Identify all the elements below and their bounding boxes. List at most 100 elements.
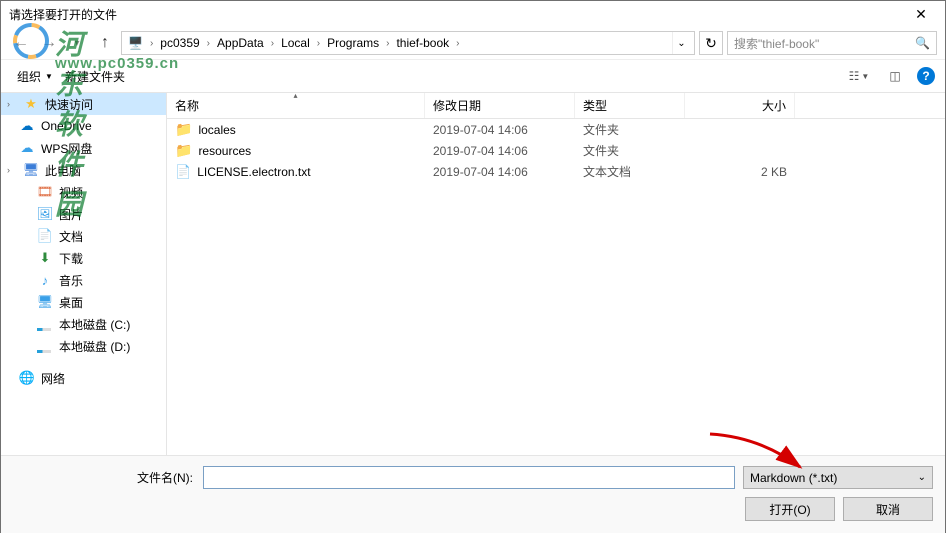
sidebar-item-label: WPS网盘 [41, 140, 92, 157]
column-name[interactable]: ▴名称 [167, 93, 425, 118]
file-date: 2019-07-04 14:06 [425, 165, 575, 179]
preview-icon: ◫ [889, 69, 900, 83]
sidebar-item-pictures[interactable]: 🖼 图片 [1, 203, 166, 225]
text-file-icon: 📄 [175, 164, 191, 180]
crumb-segment[interactable]: Local [279, 36, 312, 50]
column-size[interactable]: 大小 [685, 93, 795, 118]
up-button[interactable]: ↑ [93, 31, 117, 55]
sidebar-item-drived[interactable]: 本地磁盘 (D:) [1, 335, 166, 357]
sidebar-item-network[interactable]: 🌐 网络 [1, 367, 166, 389]
close-button[interactable]: ✕ [901, 2, 941, 26]
sidebar-item-label: 文档 [59, 228, 83, 245]
address-dropdown[interactable]: ⌄ [672, 32, 690, 54]
chevron-right-icon[interactable]: › [268, 38, 277, 49]
crumb-segment[interactable]: AppData [215, 36, 266, 50]
file-list[interactable]: 📁 locales 2019-07-04 14:06文件夹📁 resources 201… [167, 119, 945, 455]
file-name: resources [198, 144, 251, 158]
column-type[interactable]: 类型 [575, 93, 685, 118]
search-icon[interactable]: 🔍 [915, 36, 930, 50]
sidebar-item-drivec[interactable]: 本地磁盘 (C:) [1, 313, 166, 335]
sidebar-item-onedrive[interactable]: ☁ OneDrive [1, 115, 166, 137]
organize-menu[interactable]: 组织▼ [11, 64, 59, 89]
filetype-value: Markdown (*.txt) [750, 471, 837, 485]
sidebar-item-quick[interactable]: › ★ 快速访问 [1, 93, 166, 115]
sidebar-item-label: 下载 [59, 250, 83, 267]
music-icon: ♪ [37, 272, 53, 288]
sidebar-item-desktop[interactable]: 🖥 桌面 [1, 291, 166, 313]
sidebar-item-label: 本地磁盘 (D:) [59, 338, 130, 355]
navigation-tree[interactable]: › ★ 快速访问 ☁ OneDrive ☁ WPS网盘 › 🖥 此电脑 🎞 视频 🖼 图片 📄 文档 ⬇ 下载 ♪ 音… [1, 93, 167, 455]
chevron-right-icon[interactable]: › [314, 38, 323, 49]
down-icon: ⬇ [37, 250, 53, 266]
file-name: LICENSE.electron.txt [197, 165, 310, 179]
chevron-right-icon[interactable]: › [383, 38, 392, 49]
chevron-down-icon: ⌄ [918, 472, 926, 483]
sidebar-item-downloads[interactable]: ⬇ 下载 [1, 247, 166, 269]
file-date: 2019-07-04 14:06 [425, 144, 575, 158]
forward-button[interactable]: → [37, 31, 61, 55]
sidebar-item-documents[interactable]: 📄 文档 [1, 225, 166, 247]
back-button[interactable]: ← [9, 31, 33, 55]
recent-dropdown[interactable]: ▾ [65, 31, 89, 55]
preview-pane-button[interactable]: ◫ [881, 65, 909, 87]
sidebar-item-label: 此电脑 [45, 162, 81, 179]
doc-icon: 📄 [37, 228, 53, 244]
sidebar-item-label: OneDrive [41, 119, 92, 133]
sidebar-item-label: 音乐 [59, 272, 83, 289]
desk-icon: 🖥 [37, 294, 53, 310]
cancel-button[interactable]: 取消 [843, 497, 933, 521]
crumb-segment[interactable]: pc0359 [158, 36, 201, 50]
cloud-blue-icon: ☁ [19, 118, 35, 134]
cloud-lt-icon: ☁ [19, 140, 35, 156]
column-date[interactable]: 修改日期 [425, 93, 575, 118]
help-button[interactable]: ? [917, 67, 935, 85]
sidebar-item-label: 快速访问 [45, 96, 93, 113]
img-icon: 🖼 [37, 206, 53, 222]
open-button[interactable]: 打开(O) [745, 497, 835, 521]
file-row[interactable]: 📁 resources 2019-07-04 14:06文件夹 [167, 140, 945, 161]
view-options[interactable]: ☷▼ [845, 65, 873, 87]
filename-input[interactable] [203, 466, 735, 489]
sidebar-item-label: 本地磁盘 (C:) [59, 316, 130, 333]
column-headers: ▴名称 修改日期 类型 大小 [167, 93, 945, 119]
sidebar-item-pc[interactable]: › 🖥 此电脑 [1, 159, 166, 181]
chevron-right-icon[interactable]: › [453, 38, 462, 49]
sidebar-item-wps[interactable]: ☁ WPS网盘 [1, 137, 166, 159]
filename-label: 文件名(N): [13, 469, 195, 486]
sidebar-item-video[interactable]: 🎞 视频 [1, 181, 166, 203]
refresh-button[interactable]: ↻ [699, 31, 723, 55]
sidebar-item-music[interactable]: ♪ 音乐 [1, 269, 166, 291]
new-folder-button[interactable]: 新建文件夹 [59, 64, 131, 89]
chevron-right-icon[interactable]: › [204, 38, 213, 49]
search-placeholder: 搜索"thief-book" [734, 35, 819, 52]
expand-icon[interactable]: › [7, 99, 17, 109]
crumb-segment[interactable]: Programs [325, 36, 381, 50]
sidebar-item-label: 图片 [59, 206, 83, 223]
sort-asc-icon: ▴ [293, 91, 297, 100]
file-type: 文件夹 [575, 142, 685, 159]
sidebar-item-label: 视频 [59, 184, 83, 201]
crumb-segment[interactable]: thief-book [394, 36, 451, 50]
expand-icon[interactable]: › [7, 165, 17, 175]
net-icon: 🌐 [19, 370, 35, 386]
file-type: 文本文档 [575, 163, 685, 180]
file-name: locales [198, 123, 235, 137]
window-title: 请选择要打开的文件 [9, 6, 901, 23]
sidebar-item-label: 网络 [41, 370, 65, 387]
drive-icon [37, 328, 51, 331]
file-date: 2019-07-04 14:06 [425, 123, 575, 137]
file-size: 2 KB [685, 165, 795, 179]
chevron-right-icon[interactable]: › [147, 38, 156, 49]
search-input[interactable]: 搜索"thief-book" 🔍 [727, 31, 937, 55]
file-row[interactable]: 📁locales2019-07-04 14:06文件夹 [167, 119, 945, 140]
view-icon: ☷ [849, 69, 860, 83]
pc-icon: 🖥 [23, 162, 39, 178]
pc-icon: 🖥️ [128, 36, 143, 50]
file-row[interactable]: 📄 LICENSE.electron.txt 2019-07-04 14:06文本文… [167, 161, 945, 182]
sidebar-item-label: 桌面 [59, 294, 83, 311]
folder-icon: 📁 [175, 142, 192, 159]
star-icon: ★ [23, 96, 39, 112]
vid-icon: 🎞 [37, 184, 53, 200]
filetype-select[interactable]: Markdown (*.txt) ⌄ [743, 466, 933, 489]
breadcrumb[interactable]: 🖥️ › pc0359 › AppData › Local › Programs… [121, 31, 695, 55]
